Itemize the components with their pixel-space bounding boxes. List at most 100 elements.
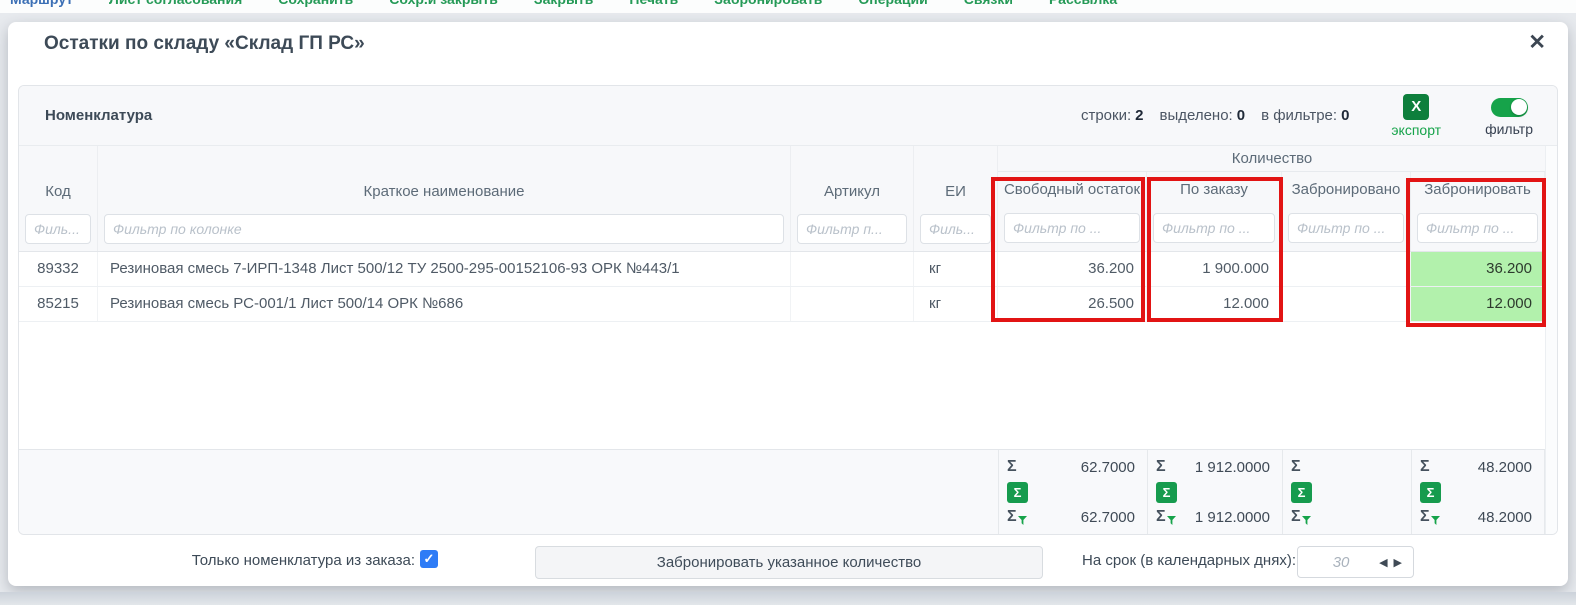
menu-item-mailing[interactable]: Рассылка: [1049, 0, 1117, 7]
sum-selected-icon[interactable]: Σ: [1291, 481, 1312, 503]
excel-icon: X: [1403, 93, 1430, 120]
filter-toggle[interactable]: фильтр: [1485, 95, 1533, 137]
footer-controls: Только номенклатура из заказа: ✓ Заброни…: [8, 535, 1568, 586]
sum-filtered-icon: Σ: [1420, 508, 1430, 525]
summary-on-order-filtered: 1 912.0000: [1194, 508, 1270, 526]
menu-item-route[interactable]: Маршрут: [10, 0, 73, 7]
column-header-name[interactable]: Краткое наименование: [98, 146, 790, 209]
cell-on-order: 12.000: [1147, 287, 1282, 321]
sum-selected-icon[interactable]: Σ: [1007, 481, 1028, 503]
term-days-input[interactable]: 30 ◀ ▶: [1297, 546, 1414, 578]
cell-on-order: 1 900.000: [1147, 252, 1282, 286]
stepper-left-icon[interactable]: ◀: [1376, 556, 1390, 569]
filter-input-code[interactable]: [25, 214, 91, 245]
filtered-counter: в фильтре: 0: [1261, 107, 1349, 124]
cell-to-reserve[interactable]: 36.200: [1411, 252, 1545, 286]
filtered-counter-label: в фильтре:: [1261, 107, 1338, 124]
cell-code: 85215: [19, 287, 98, 321]
selected-counter-label: выделено:: [1159, 107, 1233, 124]
summary-reserved: Σ Σ Σ: [1282, 450, 1411, 534]
column-article: Артикул: [791, 146, 914, 251]
table-header: Количество Код Краткое наименование Арти…: [19, 146, 1557, 252]
menu-item-approval-sheet[interactable]: Лист согласования: [109, 0, 242, 7]
column-header-on-order[interactable]: По заказу: [1147, 172, 1281, 208]
close-icon[interactable]: ✕: [1528, 29, 1546, 57]
section-title: Номенклатура: [45, 107, 153, 124]
export-button[interactable]: X экспорт: [1391, 93, 1442, 138]
table-row[interactable]: 85215 Резиновая смесь РС-001/1 Лист 500/…: [19, 287, 1557, 322]
filter-input-reserved[interactable]: [1288, 213, 1404, 243]
menu-item-links[interactable]: Связки: [964, 0, 1013, 7]
column-header-to-reserve[interactable]: Забронировать: [1411, 172, 1544, 208]
sum-filtered-icon: Σ: [1007, 508, 1017, 525]
summary-free-stock: Σ 62.7000 Σ Σ 62.7000: [998, 450, 1147, 534]
term-days-label: На срок (в календарных днях):: [1082, 552, 1296, 569]
page-background-strip: [0, 592, 1576, 605]
panel-header: Номенклатура строки: 2 выделено: 0 в фильт…: [19, 86, 1557, 146]
menu-item-print[interactable]: Печать: [629, 0, 678, 7]
filter-funnel-icon: [1017, 516, 1027, 525]
rows-counter: строки: 2: [1081, 107, 1144, 124]
cell-unit: кг: [914, 252, 998, 286]
grid-counters: строки: 2 выделено: 0 в фильтре: 0: [1081, 107, 1349, 124]
summary-row: Σ 62.7000 Σ Σ 62.7000 Σ 1 912.0000 Σ Σ 1 912…: [19, 449, 1557, 534]
sum-selected-icon[interactable]: Σ: [1420, 481, 1441, 503]
selected-counter-value: 0: [1236, 107, 1246, 124]
rows-counter-value: 2: [1135, 107, 1144, 124]
toggle-knob: [1510, 99, 1527, 115]
only-from-order-checkbox[interactable]: ✓: [420, 550, 438, 568]
cell-reserved: [1282, 287, 1411, 321]
menu-item-save[interactable]: Сохранить: [278, 0, 353, 7]
stock-modal: Остатки по складу «Склад ГП РС» ✕ Номенк…: [8, 22, 1568, 586]
reserve-quantity-button[interactable]: Забронировать указанное количество: [535, 546, 1043, 579]
toggle-track: [1490, 97, 1528, 117]
term-days-value: 30: [1332, 553, 1350, 571]
filter-input-name[interactable]: [104, 214, 784, 245]
vertical-scrollbar[interactable]: [1545, 146, 1557, 534]
column-header-reserved[interactable]: Забронировано: [1282, 172, 1410, 208]
export-label: экспорт: [1391, 121, 1442, 138]
stepper-right-icon[interactable]: ▶: [1391, 556, 1405, 569]
selected-counter: выделено: 0: [1159, 107, 1245, 124]
filter-input-on-order[interactable]: [1153, 213, 1275, 243]
rows-counter-label: строки:: [1080, 107, 1132, 124]
filter-funnel-icon: [1301, 516, 1311, 525]
summary-to-reserve: Σ 48.2000 Σ Σ 48.2000: [1411, 450, 1545, 534]
filter-funnel-icon: [1166, 516, 1176, 525]
menu-item-close[interactable]: Закрыть: [534, 0, 594, 7]
filter-input-to-reserve[interactable]: [1417, 213, 1538, 243]
sum-total-icon: Σ: [1007, 458, 1017, 475]
cell-free-stock: 26.500: [998, 287, 1147, 321]
cell-article: [791, 287, 914, 321]
summary-to-reserve-filtered: 48.2000: [1477, 508, 1532, 526]
filter-input-article[interactable]: [797, 214, 907, 245]
nomenclature-panel: Номенклатура строки: 2 выделено: 0 в фильт…: [18, 85, 1558, 535]
table-row[interactable]: 89332 Резиновая смесь 7-ИРП-1348 Лист 50…: [19, 252, 1557, 287]
summary-to-reserve-total: 48.2000: [1477, 458, 1532, 476]
filter-input-free-stock[interactable]: [1004, 213, 1140, 243]
sum-filtered-icon: Σ: [1156, 508, 1166, 525]
only-from-order-label: Только номенклатура из заказа:: [191, 552, 415, 569]
summary-on-order: Σ 1 912.0000 Σ Σ 1 912.0000: [1147, 450, 1282, 534]
column-header-unit[interactable]: ЕИ: [914, 146, 997, 209]
cell-name: Резиновая смесь РС-001/1 Лист 500/14 ОРК…: [98, 287, 791, 321]
sum-selected-icon[interactable]: Σ: [1156, 481, 1177, 503]
quantity-group-header: Количество: [998, 146, 1546, 172]
top-menu-bar: Маршрут Лист согласования Сохранить Сохр…: [0, 0, 1576, 13]
menu-item-reserve[interactable]: Забронировать: [714, 0, 822, 7]
cell-name: Резиновая смесь 7-ИРП-1348 Лист 500/12 Т…: [98, 252, 791, 286]
cell-article: [791, 252, 914, 286]
menu-item-save-close[interactable]: Сохр.и закрыть: [389, 0, 498, 7]
cell-to-reserve[interactable]: 12.000: [1411, 287, 1545, 321]
column-header-free-stock[interactable]: Свободный остаток: [998, 172, 1146, 208]
cell-code: 89332: [19, 252, 98, 286]
cell-unit: кг: [914, 287, 998, 321]
sum-total-icon: Σ: [1156, 458, 1166, 475]
column-unit: ЕИ: [914, 146, 998, 251]
table-empty-area: [19, 322, 1557, 449]
filter-input-unit[interactable]: [920, 214, 991, 245]
summary-free-stock-filtered: 62.7000: [1080, 508, 1135, 526]
menu-item-operations[interactable]: Операции: [858, 0, 927, 7]
column-header-code[interactable]: Код: [19, 146, 97, 209]
column-header-article[interactable]: Артикул: [791, 146, 913, 209]
